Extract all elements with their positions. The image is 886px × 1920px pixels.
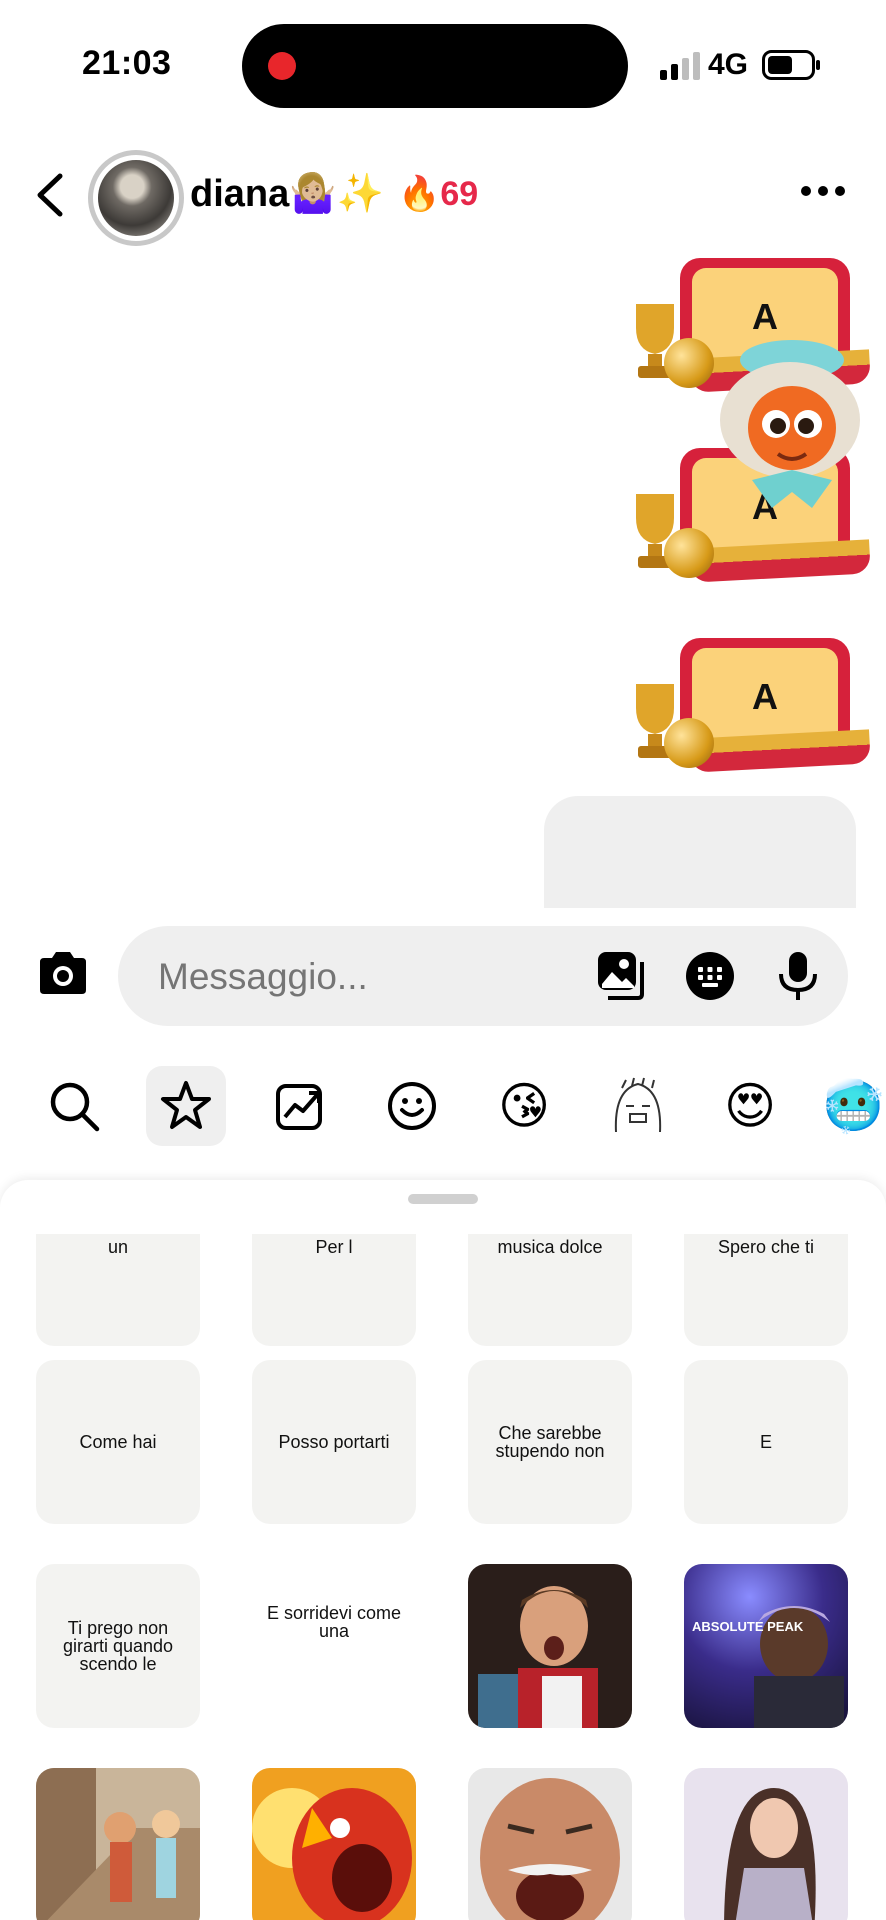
tab-search[interactable] [34, 1066, 114, 1146]
sticker-text: Per l [315, 1237, 353, 1257]
gif-thumbnail [684, 1768, 848, 1920]
sticker-cell[interactable]: Posso portarti [252, 1360, 416, 1524]
more-options-icon[interactable] [800, 184, 846, 198]
microphone-icon[interactable] [772, 950, 824, 1002]
sketch-face-icon [614, 1077, 662, 1133]
sticker-keyboard-icon[interactable] [684, 950, 736, 1002]
gif-sticker[interactable] [684, 1768, 848, 1920]
gif-sticker[interactable] [468, 1564, 632, 1728]
kiss-emoji-icon[interactable]: 😘 [484, 1066, 564, 1146]
sticker-text: Che sarebbe stupendo non [495, 1423, 605, 1461]
gif-thumbnail [468, 1564, 632, 1728]
sticker-text: un [107, 1237, 129, 1257]
sticker-text: Come hai [79, 1432, 157, 1452]
message-input-container[interactable] [118, 926, 848, 1026]
gif-sticker[interactable] [252, 1768, 416, 1920]
gif-sticker[interactable]: ABSOLUTE PEAK [684, 1564, 848, 1728]
tab-favorites[interactable] [146, 1066, 226, 1146]
gold-ball-icon [664, 528, 714, 578]
tab-trending[interactable] [260, 1066, 340, 1146]
purple-face-emoji-icon[interactable]: 🥶 [822, 1066, 886, 1146]
star-icon [161, 1081, 211, 1129]
contact-name[interactable]: diana🤷🏼‍♀️✨ [190, 172, 384, 216]
gif-sticker[interactable] [36, 1768, 200, 1920]
gold-ball-icon [664, 718, 714, 768]
purple-face-emoji: 🥶 [822, 1078, 885, 1134]
sticker-text: Spero che ti [717, 1237, 815, 1257]
sticker-cell[interactable]: un [36, 1234, 200, 1346]
network-type: 4G [708, 48, 749, 81]
search-icon [50, 1082, 100, 1132]
message-input[interactable] [158, 956, 578, 998]
sticker-cell[interactable]: E [684, 1360, 848, 1524]
avatar[interactable] [88, 150, 184, 246]
sticker-cell[interactable]: Che sarebbe stupendo non [468, 1360, 632, 1524]
battery-icon [762, 50, 820, 80]
gif-thumbnail [684, 1564, 848, 1728]
gif-thumbnail [252, 1768, 416, 1920]
sticker-text: E [759, 1432, 772, 1452]
sticker-message[interactable]: A [620, 638, 871, 798]
sheet-handle[interactable] [408, 1194, 478, 1204]
smiley-icon [388, 1082, 436, 1130]
sticker-sheet: un Per l musica dolce Spero che ti Come … [0, 1180, 886, 1920]
status-time: 21:03 [82, 44, 172, 82]
avatar-photo [98, 160, 174, 236]
gallery-icon[interactable] [596, 950, 648, 1002]
dynamic-island [242, 24, 628, 108]
camera-icon[interactable] [36, 950, 90, 996]
sticker-cell[interactable]: Per l [252, 1234, 416, 1346]
gif-thumbnail [468, 1768, 632, 1920]
gif-thumbnail [36, 1768, 200, 1920]
sticker-cell[interactable]: Spero che ti [684, 1234, 848, 1346]
sticker-cell[interactable]: Come hai [36, 1360, 200, 1524]
sticker-cell[interactable]: Ti prego non girarti quando scendo le [36, 1564, 200, 1728]
back-arrow-icon[interactable] [30, 170, 70, 220]
sticker-text: musica dolce [497, 1237, 603, 1257]
gif-caption: ABSOLUTE PEAK [692, 1619, 804, 1634]
cellular-signal-icon [660, 52, 700, 80]
sticker-cell[interactable]: musica dolce [468, 1234, 632, 1346]
sticker-text: Posso portarti [278, 1432, 390, 1452]
character-sticker[interactable] [712, 332, 870, 512]
gif-sticker[interactable] [468, 1768, 632, 1920]
sticker-text: Ti prego non girarti quando scendo le [62, 1618, 174, 1674]
heart-eyes-emoji-icon[interactable]: 😍 [710, 1066, 790, 1146]
kiss-emoji: 😘 [497, 1078, 551, 1134]
sketch-sticker-icon[interactable] [598, 1066, 678, 1146]
sticker-text: E sorridevi come una [266, 1603, 402, 1641]
gold-ball-icon [664, 338, 714, 388]
streak-counter: 🔥69 [398, 175, 479, 213]
trending-icon [276, 1084, 322, 1130]
tab-emoji[interactable] [372, 1066, 452, 1146]
recording-indicator-icon [268, 52, 296, 80]
heart-eyes-emoji: 😍 [723, 1078, 777, 1134]
message-bubble[interactable] [544, 796, 856, 908]
sticker-cell[interactable]: E sorridevi come una [252, 1564, 416, 1728]
